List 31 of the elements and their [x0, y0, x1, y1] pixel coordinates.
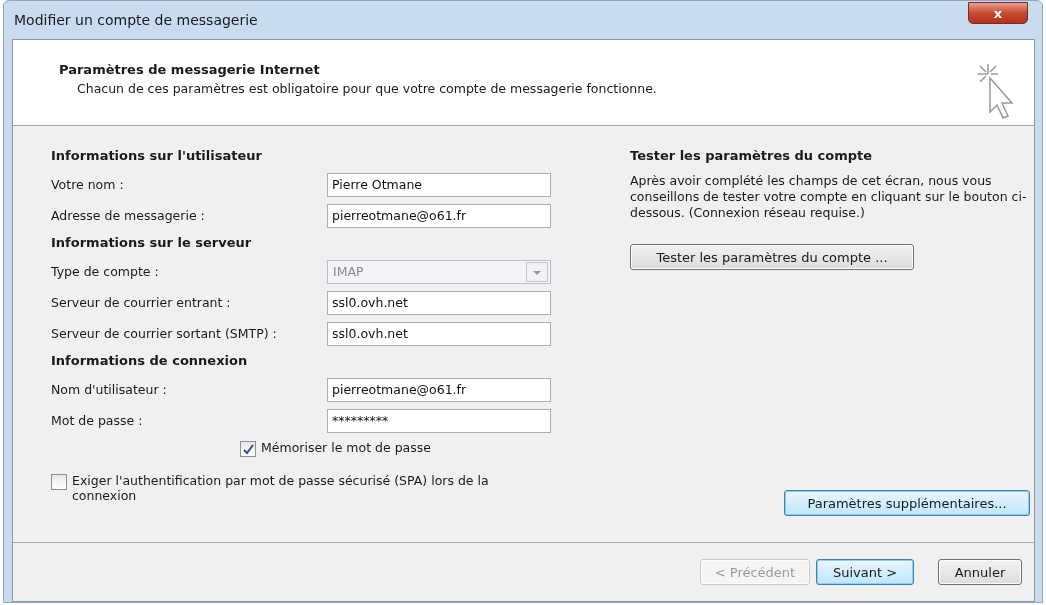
checkbox[interactable] — [51, 474, 67, 490]
dialog-button[interactable]: Suivant > — [816, 559, 914, 585]
header-subtitle: Chacun de ces paramètres est obligatoire pour que votre compte de messagerie fonctionne. — [77, 81, 657, 96]
field-label: Adresse de messagerie : — [51, 208, 206, 223]
checkbox-label: Mémoriser le mot de passe — [261, 440, 431, 455]
field-label: Nom d'utilisateur : — [51, 382, 168, 397]
text-field[interactable]: pierreotmane@o61.fr — [327, 203, 551, 228]
window-title: Modifier un compte de messagerie — [14, 12, 258, 28]
section-heading: Informations sur l'utilisateur — [51, 148, 263, 163]
field-label: Votre nom : — [51, 177, 125, 192]
more-settings-button[interactable]: Paramètres supplémentaires... — [784, 490, 1030, 516]
field-label: Serveur de courrier sortant (SMTP) : — [51, 326, 278, 341]
close-button[interactable]: x — [968, 2, 1028, 24]
test-settings-button[interactable]: Tester les paramètres du compte ... — [630, 244, 914, 270]
checkbox-label: Exiger l'authentification par mot de passe sécurisé (SPA) lors de la connexion — [72, 473, 490, 503]
caret-icon — [526, 261, 548, 282]
text-field[interactable]: ********* — [327, 408, 551, 433]
section-heading: Tester les paramètres du compte — [630, 148, 874, 163]
text-field[interactable]: pierreotmane@o61.fr — [327, 377, 551, 402]
field-label: Mot de passe : — [51, 413, 144, 428]
field-label: Type de compte : — [51, 264, 160, 279]
text-field[interactable]: Pierre Otmane — [327, 172, 551, 197]
header-title: Paramètres de messagerie Internet — [59, 62, 321, 77]
text-field[interactable]: ssl0.ovh.net — [327, 321, 551, 346]
checkbox[interactable] — [240, 441, 256, 457]
dialog-button[interactable]: Annuler — [938, 559, 1022, 585]
field-label: Serveur de courrier entrant : — [51, 295, 232, 310]
section-heading: Informations sur le serveur — [51, 235, 253, 250]
test-description: Après avoir complété les champs de cet écran, nous vous conseillons de tester votre compte en cliquant sur le bouton ci-dessous. (Connexion réseau requise.) — [630, 173, 1028, 221]
text-field[interactable]: ssl0.ovh.net — [327, 290, 551, 315]
section-heading: Informations de connexion — [51, 353, 249, 368]
